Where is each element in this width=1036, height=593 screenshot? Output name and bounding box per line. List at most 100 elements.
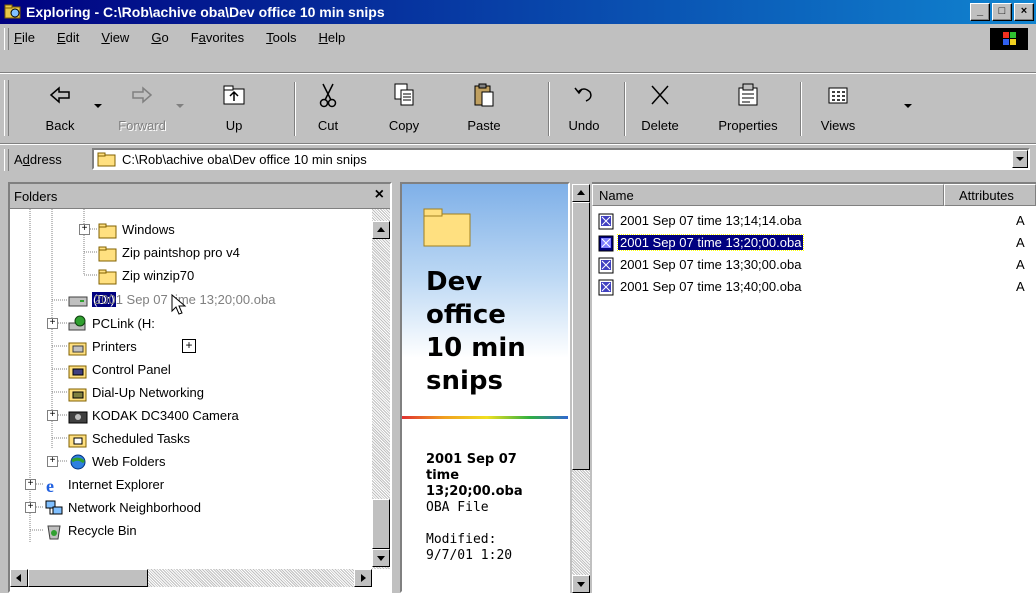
scroll-left-button[interactable]: [10, 569, 28, 587]
cut-button[interactable]: Cut: [296, 78, 360, 138]
toolbar-grip[interactable]: [4, 80, 9, 136]
title-bar[interactable]: Exploring - C:\Rob\achive oba\Dev office…: [0, 0, 1036, 24]
cut-label: Cut: [317, 118, 339, 133]
column-header-attributes[interactable]: Attributes: [944, 184, 1036, 206]
views-button[interactable]: Views: [806, 78, 870, 138]
drag-copy-plus-icon: +: [182, 339, 196, 353]
dial-up-networking-icon: [68, 388, 87, 402]
address-dropdown-button[interactable]: [1012, 150, 1028, 168]
expand-web-folders-toggle[interactable]: +: [47, 456, 58, 467]
expand-kodak-toggle[interactable]: +: [47, 410, 58, 421]
properties-button[interactable]: Properties: [708, 78, 788, 138]
folder-tree: + Windows Zip paintshop pro v4 Zip winzi…: [10, 209, 372, 569]
oba-file-icon: [598, 257, 614, 274]
drive-icon: [68, 296, 88, 307]
maximize-button[interactable]: □: [992, 3, 1012, 21]
forward-button[interactable]: Forward: [110, 78, 174, 138]
column-header-name[interactable]: Name: [592, 184, 944, 206]
minimize-button[interactable]: _: [970, 3, 990, 21]
menu-tools[interactable]: Tools: [264, 30, 298, 45]
menu-help[interactable]: Help: [317, 30, 348, 45]
copy-label: Copy: [388, 118, 420, 133]
views-label: Views: [820, 118, 856, 133]
expand-internet-explorer-toggle[interactable]: +: [25, 479, 36, 490]
scroll-down-button[interactable]: [372, 549, 390, 567]
folders-header: Folders ×: [10, 184, 390, 209]
back-button[interactable]: Back: [28, 78, 92, 138]
web-folders-icon: [70, 454, 86, 470]
undo-button[interactable]: Undo: [552, 78, 616, 138]
folders-horizontal-scrollbar[interactable]: [10, 569, 372, 587]
web-view-scroll-down-button[interactable]: [572, 575, 590, 593]
delete-button[interactable]: Delete: [628, 78, 692, 138]
scroll-right-button[interactable]: [354, 569, 372, 587]
windows-logo-icon: [990, 28, 1028, 50]
menu-bar: File Edit View Go Favorites Tools Help: [0, 26, 1036, 70]
back-arrow-icon: [49, 86, 70, 104]
internet-explorer-icon: e: [46, 476, 54, 494]
address-grip[interactable]: [4, 149, 9, 171]
folder-icon: [98, 246, 117, 262]
properties-label: Properties: [718, 118, 778, 133]
network-neighborhood-icon: [45, 500, 63, 515]
folders-title: Folders: [14, 189, 58, 204]
folder-icon: [98, 269, 117, 285]
address-label: Address: [14, 152, 62, 167]
rainbow-divider: [402, 416, 568, 419]
paste-label: Paste: [467, 118, 501, 133]
expand-pclink-toggle[interactable]: +: [47, 318, 58, 329]
scroll-up-button[interactable]: [372, 221, 390, 239]
oba-file-icon: [598, 235, 614, 252]
oba-file-icon: [598, 279, 614, 296]
up-folder-icon: [223, 85, 245, 105]
modified-label: Modified:: [426, 532, 497, 547]
forward-dropdown-arrow[interactable]: [176, 104, 184, 108]
copy-button[interactable]: Copy: [372, 78, 436, 138]
address-value: C:\Rob\achive oba\Dev office 10 min snip…: [122, 152, 367, 167]
drag-cursor-icon: [171, 293, 187, 315]
up-button[interactable]: Up: [202, 78, 266, 138]
window-title: Exploring - C:\Rob\achive oba\Dev office…: [26, 4, 385, 20]
up-label: Up: [225, 118, 243, 133]
printers-folder-icon: [68, 342, 87, 356]
folders-pane: Folders × + Windows Zip paintshop pro v4…: [8, 182, 392, 593]
web-view-scroll-thumb[interactable]: [572, 202, 590, 470]
camera-icon: [68, 411, 88, 424]
modified-value: 9/7/01 1:20: [426, 548, 513, 563]
forward-label: Forward: [118, 118, 166, 133]
undo-icon: [574, 87, 592, 102]
expand-windows-toggle[interactable]: +: [79, 224, 90, 235]
svg-text:e: e: [46, 476, 54, 494]
selected-file-name-line3: 13;20;00.oba: [426, 484, 523, 499]
recycle-bin-icon: [47, 525, 61, 540]
copy-icon: [394, 83, 414, 106]
web-view-scroll-up-button[interactable]: [572, 184, 590, 202]
back-dropdown-arrow[interactable]: [94, 104, 102, 108]
folders-vertical-scroll-thumb[interactable]: [372, 499, 390, 549]
standard-toolbar: Back Forward Up Cut Copy Paste Undo Dele…: [0, 74, 1036, 144]
expand-network-neighborhood-toggle[interactable]: +: [25, 502, 36, 513]
scheduled-tasks-icon: [68, 434, 87, 448]
menu-favorites[interactable]: Favorites: [189, 30, 246, 45]
delete-label: Delete: [641, 118, 679, 133]
close-button[interactable]: ×: [1014, 3, 1034, 21]
folders-vertical-scrollbar[interactable]: [372, 209, 390, 569]
address-input[interactable]: C:\Rob\achive oba\Dev office 10 min snip…: [92, 148, 1030, 170]
views-dropdown-arrow[interactable]: [904, 104, 912, 108]
web-view-scrollbar[interactable]: [572, 184, 590, 593]
paste-button[interactable]: Paste: [452, 78, 516, 138]
close-folders-pane-icon[interactable]: ×: [375, 186, 384, 204]
menu-grip[interactable]: [4, 28, 9, 50]
delete-x-icon: [651, 85, 669, 105]
menu-view[interactable]: View: [99, 30, 131, 45]
menu-go[interactable]: Go: [149, 30, 170, 45]
selected-file-name-line1: 2001 Sep 07: [426, 452, 517, 467]
folder-icon: [97, 152, 116, 167]
web-view-panel: Dev office 10 min snips 2001 Sep 07 time…: [400, 182, 570, 593]
folders-horizontal-scroll-thumb[interactable]: [28, 569, 148, 587]
file-info: 2001 Sep 07 time 13;20;00.oba OBA File M…: [426, 452, 568, 564]
selected-file-name-line2: time: [426, 468, 460, 483]
menu-edit[interactable]: Edit: [55, 30, 81, 45]
explorer-icon: [4, 4, 21, 19]
menu-file[interactable]: File: [12, 30, 37, 45]
